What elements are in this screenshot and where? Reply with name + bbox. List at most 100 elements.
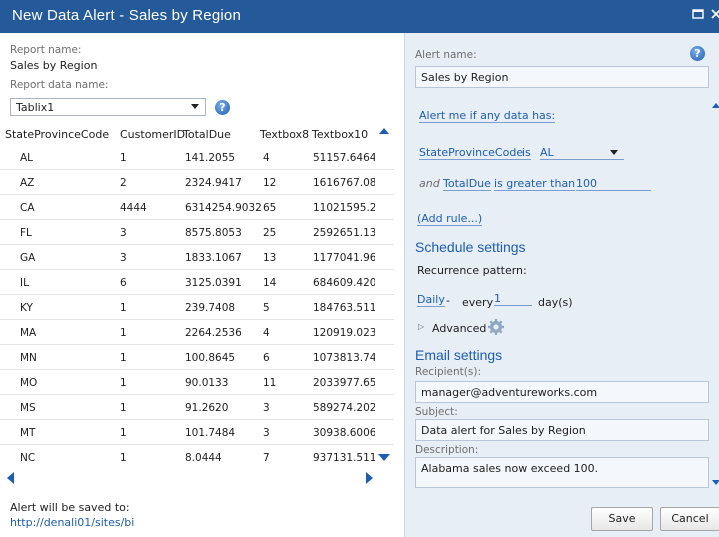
table-cell: 239.7408 bbox=[185, 302, 236, 314]
dropdown-arrow-icon bbox=[610, 150, 618, 155]
table-cell: 11 bbox=[263, 377, 277, 389]
report-name-value: Sales by Region bbox=[10, 59, 98, 72]
table-cell: 3 bbox=[263, 427, 270, 439]
table-cell: 684609.4209 bbox=[313, 277, 375, 289]
rule-field-select[interactable]: StateProvinceCode bbox=[419, 146, 524, 160]
rule-operator-select[interactable]: is bbox=[522, 146, 531, 160]
scroll-right-icon[interactable] bbox=[366, 472, 373, 484]
scroll-up-icon[interactable] bbox=[712, 103, 719, 108]
table-cell: AZ bbox=[20, 177, 35, 189]
help-icon[interactable]: ? bbox=[215, 100, 230, 115]
table-cell: 6 bbox=[120, 277, 127, 289]
save-location-link[interactable]: http://denali01/sites/bi bbox=[10, 516, 134, 529]
table-cell: MN bbox=[20, 352, 37, 364]
add-rule-link[interactable]: (Add rule...) bbox=[417, 212, 483, 226]
table-row[interactable]: NC 1 8.0444 7 937131.5111 bbox=[0, 445, 394, 469]
column-header[interactable]: StateProvinceCode bbox=[5, 128, 109, 141]
save-button[interactable]: Save bbox=[591, 507, 653, 531]
table-cell: 1 bbox=[120, 327, 127, 339]
table-cell: 2033977.659 bbox=[313, 377, 375, 389]
table-cell: 3 bbox=[120, 227, 127, 239]
table-cell: 4 bbox=[263, 327, 270, 339]
table-row[interactable]: MA 1 2264.2536 4 120919.0238 bbox=[0, 320, 394, 345]
recipients-input[interactable]: manager@adventureworks.com bbox=[415, 381, 709, 403]
report-data-select-value: Tablix1 bbox=[16, 101, 55, 114]
table-cell: IL bbox=[20, 277, 29, 289]
table-cell: 100.8645 bbox=[185, 352, 236, 364]
recipients-label: Recipient(s): bbox=[415, 366, 481, 378]
table-cell: 1833.1067 bbox=[185, 252, 242, 264]
table-cell: 1616767.085 bbox=[313, 177, 375, 189]
table-cell: 2 bbox=[120, 177, 127, 189]
recurrence-label: Recurrence pattern: bbox=[417, 264, 527, 277]
table-cell: NC bbox=[20, 452, 36, 464]
help-icon[interactable]: ? bbox=[690, 46, 705, 61]
rule-value-input[interactable]: 100 bbox=[576, 177, 651, 191]
scroll-down-icon[interactable] bbox=[378, 454, 390, 461]
table-cell: MO bbox=[20, 377, 38, 389]
every-value-input[interactable]: 1 bbox=[494, 292, 532, 306]
table-cell: 8575.8053 bbox=[185, 227, 242, 239]
column-header[interactable]: Textbox8 bbox=[260, 128, 309, 141]
table-cell: AL bbox=[20, 152, 34, 164]
cancel-button[interactable]: Cancel bbox=[660, 507, 719, 531]
table-cell: 141.2055 bbox=[185, 152, 236, 164]
table-cell: MS bbox=[20, 402, 36, 414]
description-label: Description: bbox=[415, 444, 479, 456]
recurrence-unit-select[interactable]: Daily bbox=[417, 293, 445, 307]
table-row[interactable]: MO 1 90.0133 11 2033977.659 bbox=[0, 370, 394, 395]
expand-triangle-icon[interactable]: ▷ bbox=[418, 322, 424, 331]
table-cell: 184763.5116 bbox=[313, 302, 375, 314]
scroll-left-icon[interactable] bbox=[7, 472, 14, 484]
alert-name-input[interactable]: Sales by Region bbox=[415, 66, 709, 88]
subject-input[interactable]: Data alert for Sales by Region bbox=[415, 419, 709, 441]
description-textarea[interactable]: Alabama sales now exceed 100. bbox=[415, 457, 709, 488]
dropdown-arrow-icon bbox=[191, 104, 199, 109]
table-cell: 1 bbox=[120, 352, 127, 364]
table-row[interactable]: IL 6 3125.0391 14 684609.4209 bbox=[0, 270, 394, 295]
table-row[interactable]: GA 3 1833.1067 13 1177041.968 bbox=[0, 245, 394, 270]
column-header[interactable]: TotalDue bbox=[183, 128, 231, 141]
subject-label: Subject: bbox=[415, 406, 458, 418]
table-cell: 5 bbox=[263, 302, 270, 314]
rule-field-select[interactable]: TotalDue bbox=[443, 177, 491, 191]
data-grid[interactable]: AL 1 141.2055 4 51157.6464 AZ 2 2324.9417 12 1616… bbox=[0, 145, 394, 469]
table-row[interactable]: KY 1 239.7408 5 184763.5116 bbox=[0, 295, 394, 320]
close-icon[interactable] bbox=[709, 8, 719, 22]
report-data-select[interactable]: Tablix1 bbox=[10, 98, 206, 116]
table-cell: 589274.2025 bbox=[313, 402, 375, 414]
table-cell: 1073813.747 bbox=[313, 352, 375, 364]
alert-name-label: Alert name: bbox=[415, 49, 477, 61]
table-row[interactable]: MN 1 100.8645 6 1073813.747 bbox=[0, 345, 394, 370]
table-cell: 101.7484 bbox=[185, 427, 236, 439]
table-row[interactable]: AL 1 141.2055 4 51157.6464 bbox=[0, 145, 394, 170]
schedule-settings-heading: Schedule settings bbox=[415, 239, 526, 255]
rule-value-select[interactable]: AL bbox=[540, 146, 624, 160]
table-row[interactable]: CA 4444 6314254.903265 11021595.26 bbox=[0, 195, 394, 220]
scroll-down-icon[interactable] bbox=[712, 480, 719, 485]
alert-settings-panel: Alert name: ? Sales by Region Alert me i… bbox=[404, 33, 719, 537]
advanced-toggle[interactable]: Advanced bbox=[432, 322, 486, 335]
table-cell: MA bbox=[20, 327, 37, 339]
rule-operator-select[interactable]: is greater than bbox=[494, 177, 576, 191]
table-cell: MT bbox=[20, 427, 36, 439]
maximize-icon[interactable] bbox=[691, 8, 705, 22]
table-row[interactable]: MS 1 91.2620 3 589274.2025 bbox=[0, 395, 394, 420]
table-cell: 1 bbox=[120, 452, 127, 464]
sort-ascending-icon[interactable] bbox=[379, 128, 389, 134]
table-cell: 91.2620 bbox=[185, 402, 229, 414]
table-cell: 6314254.9032 bbox=[185, 202, 261, 214]
table-row[interactable]: AZ 2 2324.9417 12 1616767.085 bbox=[0, 170, 394, 195]
table-row[interactable]: MT 1 101.7484 3 30938.6006 bbox=[0, 420, 394, 445]
table-row[interactable]: FL 3 8575.8053 25 2592651.131 bbox=[0, 220, 394, 245]
table-cell: 120919.0238 bbox=[313, 327, 375, 339]
gear-icon bbox=[487, 318, 505, 339]
column-header[interactable]: CustomerID bbox=[120, 128, 185, 141]
alert-conditions-link[interactable]: Alert me if any data has: bbox=[419, 109, 556, 123]
column-header[interactable]: Textbox10 bbox=[312, 128, 368, 141]
email-settings-heading: Email settings bbox=[415, 347, 503, 363]
table-cell: 3 bbox=[263, 402, 270, 414]
title-bar: New Data Alert - Sales by Region bbox=[0, 0, 719, 33]
table-cell: 25 bbox=[263, 227, 277, 239]
table-cell: 8.0444 bbox=[185, 452, 222, 464]
